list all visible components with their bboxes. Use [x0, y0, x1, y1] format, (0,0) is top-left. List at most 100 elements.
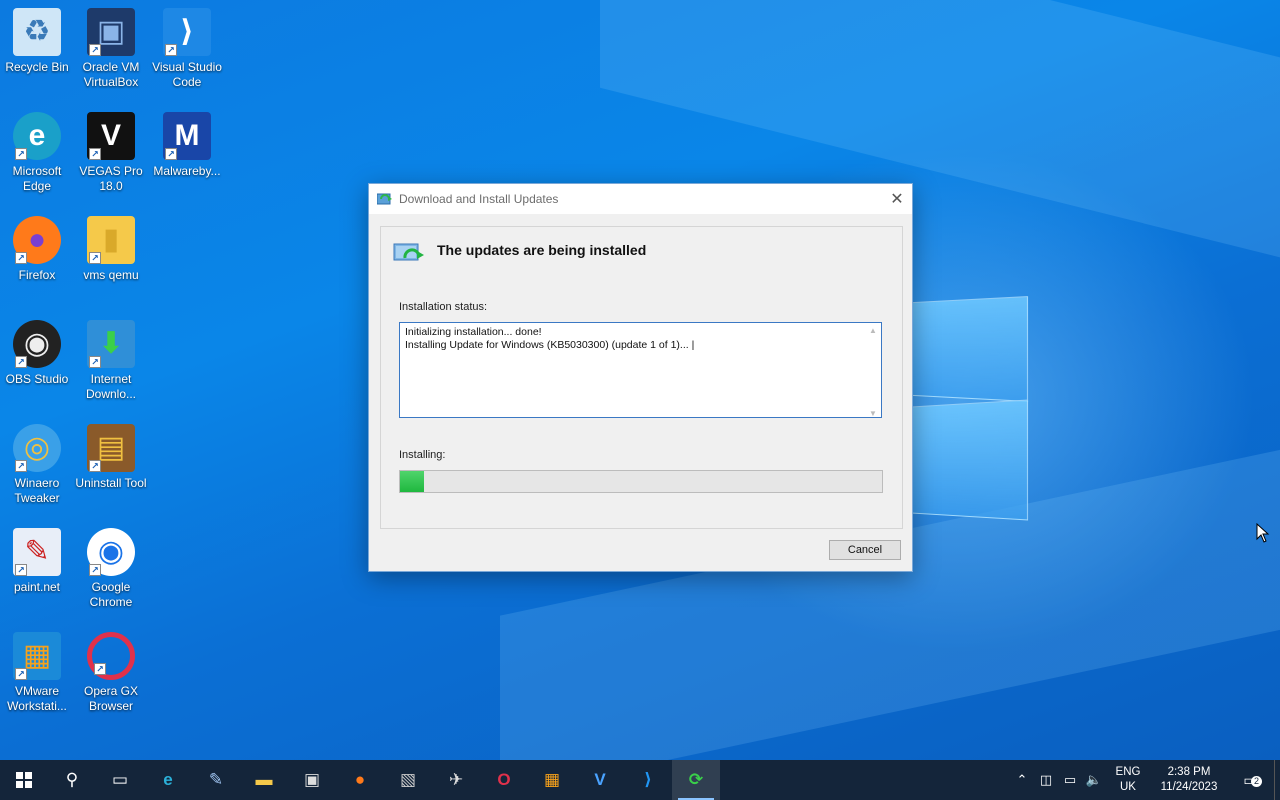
desktop-icon-label: VMware Workstati... [7, 684, 67, 713]
taskbar-button[interactable]: ● [336, 760, 384, 800]
desktop-icon[interactable]: ↗ Opera GX Browser [74, 632, 148, 714]
desktop-icon[interactable]: ✎ ↗ paint.net [0, 528, 74, 595]
taskbar-button[interactable]: ▧ [384, 760, 432, 800]
vegas-icon: V ↗ [87, 112, 135, 160]
action-center-button[interactable]: ▭ 2 [1228, 772, 1272, 789]
lang-code: ENG [1115, 766, 1141, 778]
show-hidden-icons-icon[interactable]: ⌃ [1010, 772, 1034, 788]
recycle-bin-icon: ♻ [13, 8, 61, 56]
taskbar-button[interactable]: ⟩ [624, 760, 672, 800]
shortcut-arrow-icon: ↗ [89, 148, 101, 160]
taskbar-button[interactable]: ⚲ [48, 760, 96, 800]
clock[interactable]: 2:38 PM 11/24/2023 [1150, 765, 1228, 795]
desktop-icon[interactable]: ▤ ↗ Uninstall Tool [74, 424, 148, 491]
scroll-up-icon: ▲ [869, 326, 877, 335]
dialog-heading: The updates are being installed [437, 242, 647, 258]
task-view-icon: ▭ [111, 770, 129, 789]
taskbar-button[interactable]: ⟳ [672, 760, 720, 800]
installation-log[interactable]: Initializing installation... done! Insta… [399, 322, 882, 418]
taskbar-button[interactable]: V [576, 760, 624, 800]
edge-icon: e ↗ [13, 112, 61, 160]
taskbar-button[interactable]: ✈ [432, 760, 480, 800]
taskbar-button[interactable]: ▦ [528, 760, 576, 800]
log-scrollbar[interactable]: ▲ ▼ [866, 324, 880, 418]
desktop-icon-label: Firefox [18, 268, 56, 282]
installation-status-label: Installation status: [399, 301, 488, 313]
desktop-icon[interactable]: ⬇ ↗ Internet Downlo... [74, 320, 148, 402]
desktop-icon-label: Google Chrome [89, 580, 133, 609]
desktop-icon[interactable]: ● ↗ Firefox [0, 216, 74, 283]
screenshot-tool-icon: ▧ [399, 770, 417, 789]
start-button[interactable] [0, 760, 48, 800]
taskbar-button[interactable]: ▬ [240, 760, 288, 800]
shortcut-arrow-icon: ↗ [15, 252, 27, 264]
idm-icon: ⬇ ↗ [87, 320, 135, 368]
shortcut-arrow-icon: ↗ [165, 148, 177, 160]
desktop-icon[interactable]: ▦ ↗ VMware Workstati... [0, 632, 74, 714]
shortcut-arrow-icon: ↗ [15, 668, 27, 680]
shortcut-arrow-icon: ↗ [89, 460, 101, 472]
dialog-panel: The updates are being installed Installa… [380, 226, 903, 529]
clock-date: 11/24/2023 [1160, 781, 1218, 793]
meet-now-icon[interactable]: ◫ [1034, 772, 1058, 788]
paintnet-icon: ✎ ↗ [13, 528, 61, 576]
log-line: Initializing installation... done! [405, 326, 542, 338]
firefox-icon: ● [354, 770, 366, 789]
vmware-icon: ▦ ↗ [13, 632, 61, 680]
network-icon[interactable]: ▭ [1058, 772, 1082, 788]
taskbar: ⚲ ▭ e ✎ ▬ ▣ ● ▧ ✈ O ▦ V ⟩ ⟳ ⌃ ◫ ▭ 🔈 ENG UK 2:38 PM 11… [0, 760, 1280, 800]
close-button[interactable]: ✕ [882, 184, 912, 214]
desktop-icon[interactable]: ◉ ↗ Google Chrome [74, 528, 148, 610]
desktop-icon[interactable]: ◉ ↗ OBS Studio [0, 320, 74, 387]
taskbar-button[interactable]: ▣ [288, 760, 336, 800]
desktop-icon[interactable]: ⟩ ↗ Visual Studio Code [150, 8, 224, 90]
desktop-icon-label: OBS Studio [5, 372, 69, 386]
clock-time: 2:38 PM [1167, 766, 1211, 778]
taskbar-button[interactable]: ▭ [96, 760, 144, 800]
dialog-title: Download and Install Updates [399, 192, 559, 206]
cancel-button[interactable]: Cancel [829, 540, 901, 560]
desktop-icon-label: Oracle VM VirtualBox [82, 60, 140, 89]
desktop-icon-label: Uninstall Tool [75, 476, 147, 490]
desktop-icon[interactable]: ▣ ↗ Oracle VM VirtualBox [74, 8, 148, 90]
close-icon: ✕ [890, 191, 904, 208]
vscode-icon: ⟩ [644, 770, 652, 789]
folder-icon: ▮ ↗ [87, 216, 135, 264]
lang-region: UK [1120, 781, 1136, 793]
virtualbox-icon: ▣ ↗ [87, 8, 135, 56]
desktop-icon[interactable]: V ↗ VEGAS Pro 18.0 [74, 112, 148, 194]
desktop-icon-label: Internet Downlo... [85, 372, 137, 401]
uninstall-tool-icon: ▤ ↗ [87, 424, 135, 472]
vscode-icon: ⟩ ↗ [163, 8, 211, 56]
language-indicator[interactable]: ENG UK [1110, 765, 1146, 795]
winaero-icon: ✈ [448, 770, 464, 789]
taskbar-button[interactable]: O [480, 760, 528, 800]
desktop-icon-label: Opera GX Browser [83, 684, 139, 713]
desktop-icon[interactable]: ♻ Recycle Bin [0, 8, 74, 75]
desktop-icon[interactable]: e ↗ Microsoft Edge [0, 112, 74, 194]
dialog-titlebar[interactable]: Download and Install Updates ✕ [369, 184, 912, 214]
desktop-icon-label: Visual Studio Code [152, 60, 222, 89]
mouse-cursor-icon [1256, 523, 1270, 543]
desktop-icon-label: Malwareby... [153, 164, 221, 178]
system-tray: ⌃ ◫ ▭ 🔈 ENG UK 2:38 PM 11/24/2023 ▭ 2 [1010, 760, 1280, 800]
opera-gx-icon: ↗ [87, 632, 135, 680]
windows-update-icon [377, 193, 392, 205]
shortcut-arrow-icon: ↗ [15, 148, 27, 160]
desktop-icon[interactable]: ◎ ↗ Winaero Tweaker [0, 424, 74, 506]
shortcut-arrow-icon: ↗ [15, 564, 27, 576]
desktop-icon[interactable]: M ↗ Malwareby... [150, 112, 224, 179]
volume-icon[interactable]: 🔈 [1082, 772, 1106, 788]
vmware-icon: ▦ [543, 770, 561, 789]
desktop-icon[interactable]: ▮ ↗ vms qemu [74, 216, 148, 283]
windows-update-icon: ⟳ [688, 770, 704, 789]
desktop-icon-label: VEGAS Pro 18.0 [79, 164, 143, 193]
show-desktop-button[interactable] [1274, 760, 1280, 800]
vegas-icon: V [594, 770, 606, 789]
taskbar-button[interactable]: e [144, 760, 192, 800]
search-icon: ⚲ [65, 770, 79, 789]
taskbar-button[interactable]: ✎ [192, 760, 240, 800]
shortcut-arrow-icon: ↗ [89, 252, 101, 264]
edge-icon: e [163, 770, 173, 789]
install-progress-bar [399, 470, 883, 493]
